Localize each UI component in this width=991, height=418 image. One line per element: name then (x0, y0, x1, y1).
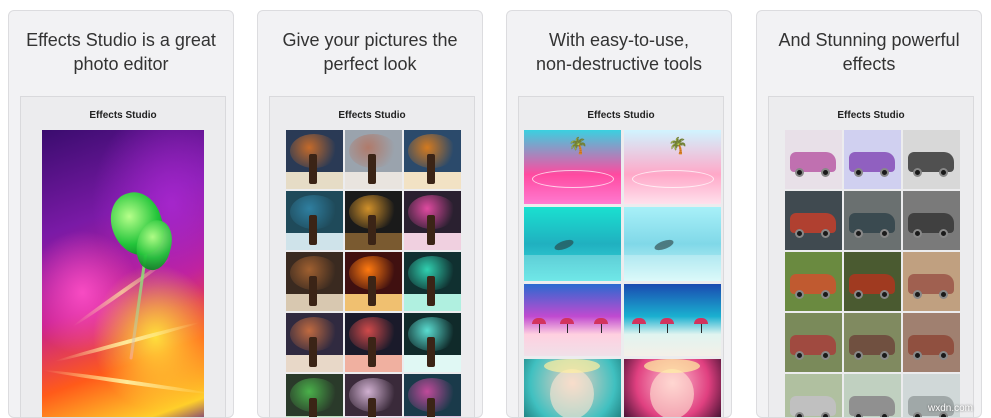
filter-thumbnail (404, 252, 461, 311)
filter-thumbnail (345, 252, 402, 311)
filter-thumbnail: 🌴 (624, 130, 721, 204)
wallpaper-image (42, 130, 212, 417)
filter-thumbnail: 🌴 (524, 130, 621, 204)
filter-thumbnail (404, 191, 461, 250)
filter-grid: 🌴 🌴 (522, 130, 721, 417)
phone-screenshot: Effects Studio (20, 96, 226, 417)
card-caption: With easy-to-use, non-destructive tools (535, 30, 703, 74)
filter-thumbnail (345, 130, 402, 189)
filter-thumbnail (404, 313, 461, 372)
filter-thumbnail (286, 252, 343, 311)
phone-screenshot: Effects Studio (269, 96, 475, 417)
filter-thumbnail (345, 191, 402, 250)
watermark: wxdn.com (927, 403, 973, 414)
filter-thumbnail (286, 313, 343, 372)
promo-card-3: With easy-to-use, non-destructive tools … (506, 10, 732, 418)
palm-tree-icon: 🌴 (668, 138, 688, 155)
filter-thumbnail (785, 191, 842, 250)
filter-thumbnail (286, 374, 343, 417)
filter-thumbnail (286, 130, 343, 189)
filter-thumbnail (844, 313, 901, 372)
card-caption: Give your pictures the perfect look (282, 30, 458, 74)
filter-thumbnail (903, 313, 960, 372)
card-caption: And Stunning powerful effects (778, 30, 960, 74)
app-screen (24, 130, 222, 417)
filter-thumbnail (524, 284, 621, 356)
app-title: Effects Studio (837, 110, 905, 121)
filter-thumbnail (903, 191, 960, 250)
promo-card-4: And Stunning powerful effects Effects St… (756, 10, 982, 418)
app-title: Effects Studio (338, 110, 406, 121)
filter-thumbnail (345, 374, 402, 417)
filter-thumbnail (785, 252, 842, 311)
promo-card-2: Give your pictures the perfect look Effe… (257, 10, 483, 418)
app-title: Effects Studio (89, 110, 157, 121)
app-title: Effects Studio (587, 110, 655, 121)
filter-thumbnail (286, 191, 343, 250)
phone-screenshot: Effects Studio (768, 96, 974, 417)
filter-thumbnail (624, 284, 721, 356)
filter-thumbnail (524, 359, 621, 417)
filter-grid (772, 130, 970, 417)
filter-thumbnail (524, 207, 621, 281)
filter-thumbnail (785, 374, 842, 417)
filter-thumbnail (844, 374, 901, 417)
filter-thumbnail (624, 207, 721, 281)
filter-thumbnail (785, 130, 842, 189)
filter-thumbnail (844, 191, 901, 250)
palm-tree-icon: 🌴 (568, 138, 588, 155)
promo-card-1: Effects Studio is a great photo editor E… (8, 10, 234, 418)
filter-thumbnail (345, 313, 402, 372)
filter-thumbnail (844, 252, 901, 311)
filter-grid (273, 130, 471, 417)
filter-thumbnail (624, 359, 721, 417)
phone-screenshot: Effects Studio 🌴 🌴 (518, 96, 724, 417)
filter-thumbnail (404, 374, 461, 417)
filter-thumbnail (903, 130, 960, 189)
filter-thumbnail (903, 252, 960, 311)
filter-thumbnail (785, 313, 842, 372)
card-caption: Effects Studio is a great photo editor (26, 30, 216, 74)
filter-thumbnail (404, 130, 461, 189)
filter-thumbnail (844, 130, 901, 189)
